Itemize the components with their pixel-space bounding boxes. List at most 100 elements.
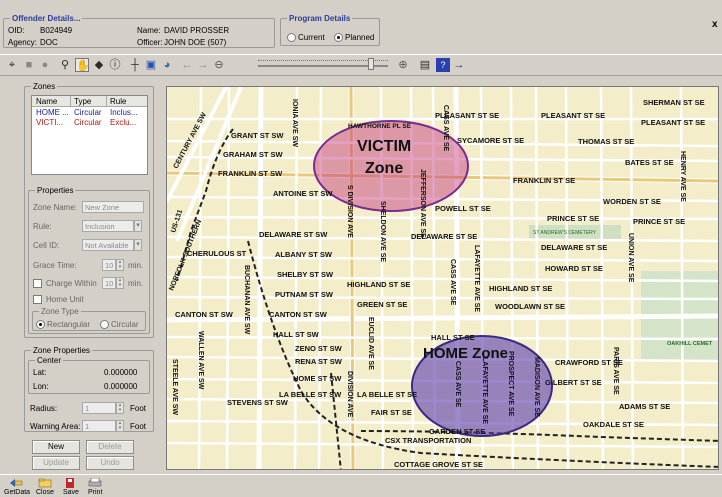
planned-radio[interactable] — [334, 33, 343, 42]
radius-input[interactable]: 1 — [82, 402, 116, 414]
street-label: COTTAGE GROVE ST SE — [394, 460, 483, 469]
grace-time-spinner[interactable]: ▴ ▾ — [116, 259, 124, 271]
delete-button[interactable]: Delete — [86, 440, 134, 454]
street-label: GRANT ST SW — [231, 131, 284, 140]
window-icon[interactable]: ▤ — [418, 58, 432, 72]
print-icon[interactable] — [87, 478, 103, 488]
new-button[interactable]: New — [32, 440, 80, 454]
street-label: WALLEN AVE SW — [197, 331, 204, 390]
street-label: PLEASANT ST SE — [641, 118, 705, 127]
rectangular-label: Rectangular — [47, 320, 91, 329]
street-label: ANTOINE ST SW — [273, 189, 333, 198]
zones-table[interactable]: Name Type Rule HOME ... Circular Inclus.… — [31, 95, 148, 175]
window-close-button[interactable]: x — [712, 19, 718, 30]
close-label[interactable]: Close — [36, 489, 54, 496]
table-row[interactable]: VICTI... Circular Exclu... — [32, 118, 147, 128]
street-label: LAFAYETTE AVE SE — [481, 357, 488, 424]
rectangular-radio[interactable] — [36, 320, 45, 329]
charge-within-checkbox[interactable] — [33, 279, 42, 288]
zone-row-name: VICTI... — [36, 118, 64, 127]
rule-select[interactable]: Inclusion — [82, 220, 134, 232]
planned-label: Planned — [345, 33, 375, 42]
lat-value: 0.000000 — [104, 368, 138, 377]
pin-icon[interactable]: ◆ — [92, 58, 106, 72]
stop-icon[interactable]: ■ — [22, 58, 36, 72]
print-label[interactable]: Print — [88, 489, 102, 496]
warning-area-unit: Foot — [130, 422, 147, 431]
undo-button[interactable]: Undo — [86, 456, 134, 470]
agency-label: Agency: — [8, 38, 37, 47]
name-value: DAVID PROSSER — [164, 26, 230, 35]
close-folder-icon[interactable] — [37, 478, 53, 488]
save-icon[interactable] — [62, 478, 78, 488]
warning-area-spinner[interactable]: ▴ ▾ — [116, 420, 124, 432]
zones-col-name[interactable]: Name — [36, 97, 57, 106]
radius-label: Radius: — [30, 404, 58, 413]
radius-spinner[interactable]: ▴ ▾ — [116, 402, 124, 414]
right-arrow-icon[interactable]: → — [452, 58, 466, 72]
circular-radio[interactable] — [100, 320, 109, 329]
oakhill-label: OAKHILL CEMET — [667, 341, 713, 347]
charge-within-spinner[interactable]: ▴ ▾ — [116, 277, 124, 289]
street-label: STEELE AVE SW — [171, 359, 178, 415]
street-label: SHERMAN ST SE — [643, 98, 705, 107]
zoom-in-icon[interactable]: ⊕ — [396, 58, 410, 72]
record-icon[interactable]: ● — [38, 58, 52, 72]
get-data-label[interactable]: GetData — [4, 489, 30, 496]
cell-id-select[interactable]: Not Available — [82, 239, 134, 251]
rule-dropdown-icon[interactable]: ▾ — [134, 220, 142, 232]
get-data-icon[interactable] — [8, 478, 24, 488]
lon-value: 0.000000 — [104, 382, 138, 391]
pan-hand-icon[interactable]: ✋ — [75, 58, 90, 72]
map-view[interactable]: VICTIM Zone HOME Zone ST ANDREW'S CEMETE… — [166, 86, 719, 470]
oid-value: B024949 — [40, 26, 73, 35]
street-label: SHELBY ST SW — [277, 270, 334, 279]
help-icon[interactable]: ? — [436, 58, 450, 72]
current-label: Current — [298, 33, 325, 42]
globe-icon[interactable]: ◕ — [160, 58, 174, 72]
map-canvas[interactable]: VICTIM Zone HOME Zone ST ANDREW'S CEMETE… — [167, 87, 719, 470]
bottom-toolbar — [0, 474, 722, 475]
street-label: PUTNAM ST SW — [275, 290, 334, 299]
charge-within-unit: min. — [128, 279, 144, 288]
binoculars-icon[interactable]: ⌖ — [5, 58, 19, 72]
zoom-slider-thumb[interactable] — [368, 58, 374, 70]
lat-label: Lat: — [33, 368, 47, 377]
street-label: CANTON ST SW — [269, 310, 328, 319]
cell-id-dropdown-icon[interactable]: ▾ — [134, 239, 142, 251]
officer-label: Officer: — [137, 38, 163, 47]
update-button[interactable]: Update — [32, 456, 80, 470]
info-icon[interactable]: ⓘ — [108, 58, 122, 72]
home-unit-label: Home Unit — [46, 295, 84, 304]
layers-icon[interactable]: ▣ — [144, 58, 158, 72]
home-unit-checkbox[interactable] — [33, 295, 42, 304]
victim-zone-label-2: Zone — [365, 160, 403, 177]
zone-row-type: Circular — [74, 118, 102, 127]
zones-col-type[interactable]: Type — [74, 97, 91, 106]
measure-icon[interactable]: ┼ — [128, 58, 142, 72]
charge-within-input[interactable]: 10 — [102, 277, 116, 289]
zoom-out-icon[interactable]: ⊖ — [212, 58, 226, 72]
zone-name-input[interactable]: New Zone — [82, 201, 144, 213]
street-label: WORDEN ST SE — [603, 197, 661, 206]
street-label: THOMAS ST SE — [578, 137, 634, 146]
zone-row-rule: Exclu... — [110, 118, 137, 127]
street-label: HENRY AVE SE — [679, 151, 686, 202]
street-label: HALL ST SE — [431, 333, 475, 342]
grace-time-input[interactable]: 10 — [102, 259, 116, 271]
street-label: OAKDALE ST SE — [583, 420, 644, 429]
street-label: SHELDON AVE SE — [379, 201, 386, 262]
magnifier-icon[interactable]: ⚲ — [58, 58, 72, 72]
street-label: HALL ST SW — [273, 330, 320, 339]
warning-area-input[interactable]: 1 — [82, 420, 116, 432]
radius-unit: Foot — [130, 404, 147, 413]
table-row[interactable]: HOME ... Circular Inclus... — [32, 108, 147, 118]
current-radio[interactable] — [287, 33, 296, 42]
back-arrow-icon[interactable]: ← — [180, 58, 194, 72]
agency-value: DOC — [40, 38, 58, 47]
lon-label: Lon: — [33, 382, 49, 391]
forward-arrow-icon[interactable]: → — [196, 58, 210, 72]
street-label: JEFFERSON AVE SE — [419, 169, 426, 238]
zones-col-rule[interactable]: Rule — [110, 97, 126, 106]
save-label[interactable]: Save — [63, 489, 79, 496]
